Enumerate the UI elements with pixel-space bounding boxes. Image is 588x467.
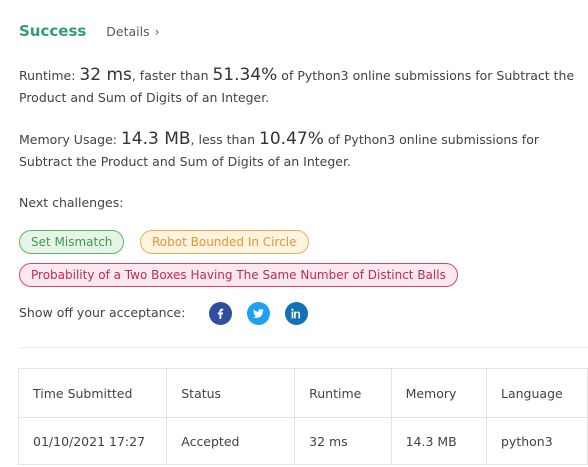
facebook-icon[interactable] (209, 302, 232, 325)
runtime-percent: 51.34% (212, 65, 278, 85)
runtime-label: Runtime: (19, 68, 76, 83)
cell-runtime: 32 ms (294, 417, 392, 465)
column-header: Time Submitted (17, 368, 168, 418)
challenge-tag-hard[interactable]: Probability of a Two Boxes Having The Sa… (19, 263, 458, 287)
runtime-summary: Runtime: 32 ms, faster than 51.34% of Py… (19, 64, 579, 109)
table-header-row: Time Submitted Status Runtime Memory Lan… (17, 368, 588, 418)
memory-comparison: , less than (190, 132, 256, 147)
details-label[interactable]: Details (106, 24, 149, 39)
twitter-icon[interactable] (247, 302, 270, 325)
memory-label: Memory Usage: (19, 132, 117, 147)
column-header: Memory (390, 368, 488, 418)
cell-language: python3 (486, 417, 588, 465)
cell-status-link[interactable]: Accepted (166, 417, 296, 465)
table-row: 01/10/2021 17:27 Accepted 32 ms 14.3 MB … (17, 417, 588, 465)
linkedin-icon[interactable] (285, 302, 308, 325)
challenge-tag-medium[interactable]: Robot Bounded In Circle (140, 230, 309, 254)
section-divider (19, 347, 588, 348)
details-link[interactable]: Details › (106, 24, 159, 39)
status-title: Success (19, 22, 87, 40)
submissions-table: Time Submitted Status Runtime Memory Lan… (17, 368, 588, 465)
share-label: Show off your acceptance: (19, 305, 186, 320)
memory-value: 14.3 MB (120, 129, 191, 149)
runtime-comparison: , faster than (131, 68, 209, 83)
cell-memory: 14.3 MB (390, 417, 488, 465)
memory-percent: 10.47% (259, 129, 324, 149)
chevron-right-icon[interactable]: › (155, 25, 160, 39)
column-header: Runtime (294, 368, 392, 418)
result-header: Success Details › (19, 22, 159, 40)
next-challenges-label: Next challenges: (19, 195, 124, 210)
cell-time-submitted: 01/10/2021 17:27 (17, 417, 168, 465)
column-header: Language (486, 368, 588, 418)
runtime-value: 32 ms (79, 65, 132, 85)
column-header: Status (166, 368, 296, 418)
memory-summary: Memory Usage: 14.3 MB, less than 10.47% … (19, 128, 579, 173)
challenge-tag-easy[interactable]: Set Mismatch (19, 230, 125, 254)
